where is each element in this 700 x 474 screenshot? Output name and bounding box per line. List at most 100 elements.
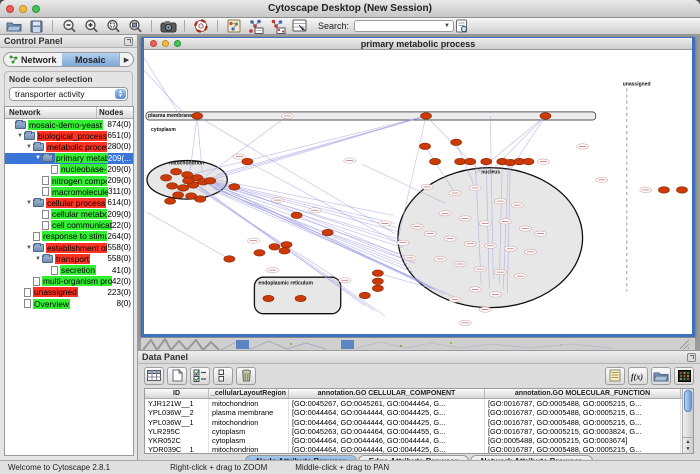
tree-row[interactable]: cellular metabo209(0) <box>5 209 133 220</box>
tree-row[interactable]: response to stimulu264(0) <box>5 231 133 242</box>
tree-row[interactable]: nucleobase-209(0) <box>5 164 133 175</box>
network-node[interactable] <box>229 184 240 190</box>
network-node[interactable] <box>161 175 172 181</box>
table-row[interactable]: YJR121W__1mitochondrion[GO:0045267, GO:0… <box>145 399 682 408</box>
tree-row[interactable]: nitrogen compo209(0) <box>5 175 133 186</box>
attribute-table-button[interactable] <box>144 367 164 385</box>
network-node[interactable] <box>165 198 176 204</box>
network-node[interactable] <box>322 229 333 235</box>
network-node[interactable] <box>540 113 551 119</box>
table-column-header[interactable]: annotation.GO MOLECULAR_FUNCTION <box>485 389 681 398</box>
network-node[interactable] <box>279 248 290 254</box>
network-canvas[interactable]: plasma membranecytoplasmmitochondrionnuc… <box>144 50 692 334</box>
table-row[interactable]: YPL036W__1mitochondrion[GO:0044464, GO:0… <box>145 418 682 427</box>
table-row[interactable]: YPL036W__2plasma membrane[GO:0044464, GO… <box>145 408 682 417</box>
column-network[interactable]: Network <box>5 107 97 118</box>
delete-attribute-button[interactable] <box>236 367 256 385</box>
attribute-list-button[interactable] <box>605 367 625 385</box>
float-panel-icon[interactable] <box>687 353 696 362</box>
zoom-in-button[interactable] <box>81 19 101 34</box>
tree-row[interactable]: ▼metabolic process280(0) <box>5 141 133 152</box>
zoom-fit-button[interactable] <box>125 19 145 34</box>
network-node[interactable] <box>451 139 462 145</box>
expand-arrow-icon[interactable]: ▼ <box>25 200 33 206</box>
tab-network[interactable]: Network <box>4 53 62 66</box>
network-node[interactable] <box>676 187 687 193</box>
network-node[interactable] <box>281 241 292 247</box>
tab-mosaic[interactable]: Mosaic <box>62 53 120 66</box>
table-column-header[interactable]: _cellularLayoutRegion <box>209 389 289 398</box>
network-node[interactable] <box>372 285 383 291</box>
network-node[interactable] <box>192 113 203 119</box>
network-node[interactable] <box>263 295 274 301</box>
table-row[interactable]: YLR295Ccytoplasm[GO:0045263, GO:0044464,… <box>145 427 682 436</box>
tree-row[interactable]: multi-organism pro42(0) <box>5 276 133 287</box>
attribute-mapper-button[interactable] <box>290 19 310 34</box>
network-node[interactable] <box>173 192 184 198</box>
network-node[interactable] <box>291 212 302 218</box>
expand-arrow-icon[interactable]: ▼ <box>16 133 24 139</box>
open-session-button[interactable] <box>4 19 24 34</box>
select-attributes-button[interactable] <box>190 367 210 385</box>
float-panel-icon[interactable] <box>124 37 133 46</box>
tree-row[interactable]: ▼establishment of lo558(0) <box>5 242 133 253</box>
search-settings-button[interactable] <box>452 19 472 34</box>
network-node[interactable] <box>455 158 466 164</box>
network-node[interactable] <box>420 143 431 149</box>
expand-arrow-icon[interactable]: ▼ <box>25 144 33 150</box>
unselect-attributes-button[interactable] <box>213 367 233 385</box>
expand-arrow-icon[interactable]: ▼ <box>34 256 42 262</box>
tree-row[interactable]: macromolecule311(0) <box>5 186 133 197</box>
network-node[interactable] <box>359 292 370 298</box>
tree-row[interactable]: Overview8(0) <box>5 298 133 309</box>
table-row[interactable]: YDR039C__1mitochondrion[GO:0044464, GO:0… <box>145 445 682 453</box>
layout-button-2[interactable] <box>268 19 288 34</box>
snapshot-button[interactable] <box>158 19 178 34</box>
attribute-matrix-button[interactable] <box>674 367 694 385</box>
table-row[interactable]: YKR052Ccytoplasm[GO:0044464, GO:0044446,… <box>145 436 682 445</box>
table-scrollbar[interactable]: ▲▼ <box>682 389 693 453</box>
network-node[interactable] <box>195 196 206 202</box>
tree-row[interactable]: ▼transport558(0) <box>5 253 133 264</box>
window-resize-grip[interactable] <box>679 339 689 349</box>
expand-arrow-icon[interactable]: ▼ <box>25 245 33 251</box>
network-node[interactable] <box>167 183 178 189</box>
zoom-selected-button[interactable] <box>103 19 123 34</box>
formula-builder-button[interactable]: f(x) <box>628 367 648 385</box>
search-input[interactable] <box>354 20 454 32</box>
network-node[interactable] <box>254 250 265 256</box>
network-node[interactable] <box>523 158 534 164</box>
tree-row[interactable]: ▼cellular process614(0) <box>5 197 133 208</box>
scrollbar-arrows[interactable]: ▲▼ <box>683 437 693 453</box>
tree-row[interactable]: unassigned223(0) <box>5 287 133 298</box>
network-node[interactable] <box>465 158 476 164</box>
expand-arrow-icon[interactable]: ▼ <box>34 155 42 161</box>
node-color-dropdown[interactable]: transporter activity ▲▼ <box>9 87 128 101</box>
network-node[interactable] <box>171 168 182 174</box>
zoom-out-button[interactable] <box>59 19 79 34</box>
network-window-titlebar[interactable]: primary metabolic process <box>144 37 692 50</box>
tree-row[interactable]: mosaic-demo-yeast874(0) <box>5 119 133 130</box>
network-view-window[interactable]: primary metabolic process plasma membran… <box>141 37 695 337</box>
save-session-button[interactable] <box>26 19 46 34</box>
network-node[interactable] <box>658 187 669 193</box>
network-node[interactable] <box>269 244 280 250</box>
network-node[interactable] <box>372 270 383 276</box>
tree-row[interactable]: cell communicat22(0) <box>5 220 133 231</box>
network-node[interactable] <box>242 158 253 164</box>
network-node[interactable] <box>183 178 194 184</box>
network-node[interactable] <box>178 185 189 191</box>
more-tabs-button[interactable]: ▶ <box>119 53 133 66</box>
help-button[interactable] <box>191 19 211 34</box>
network-node[interactable] <box>182 172 193 178</box>
network-node[interactable] <box>224 256 235 262</box>
network-node[interactable] <box>205 178 216 184</box>
new-attribute-button[interactable] <box>167 367 187 385</box>
table-column-header[interactable]: ID <box>145 389 209 398</box>
layout-button-1[interactable] <box>246 19 266 34</box>
network-node[interactable] <box>430 158 441 164</box>
scrollbar-thumb[interactable] <box>684 390 692 412</box>
network-node[interactable] <box>295 295 306 301</box>
network-node[interactable] <box>481 158 492 164</box>
tree-row[interactable]: secretion41(0) <box>5 264 133 275</box>
